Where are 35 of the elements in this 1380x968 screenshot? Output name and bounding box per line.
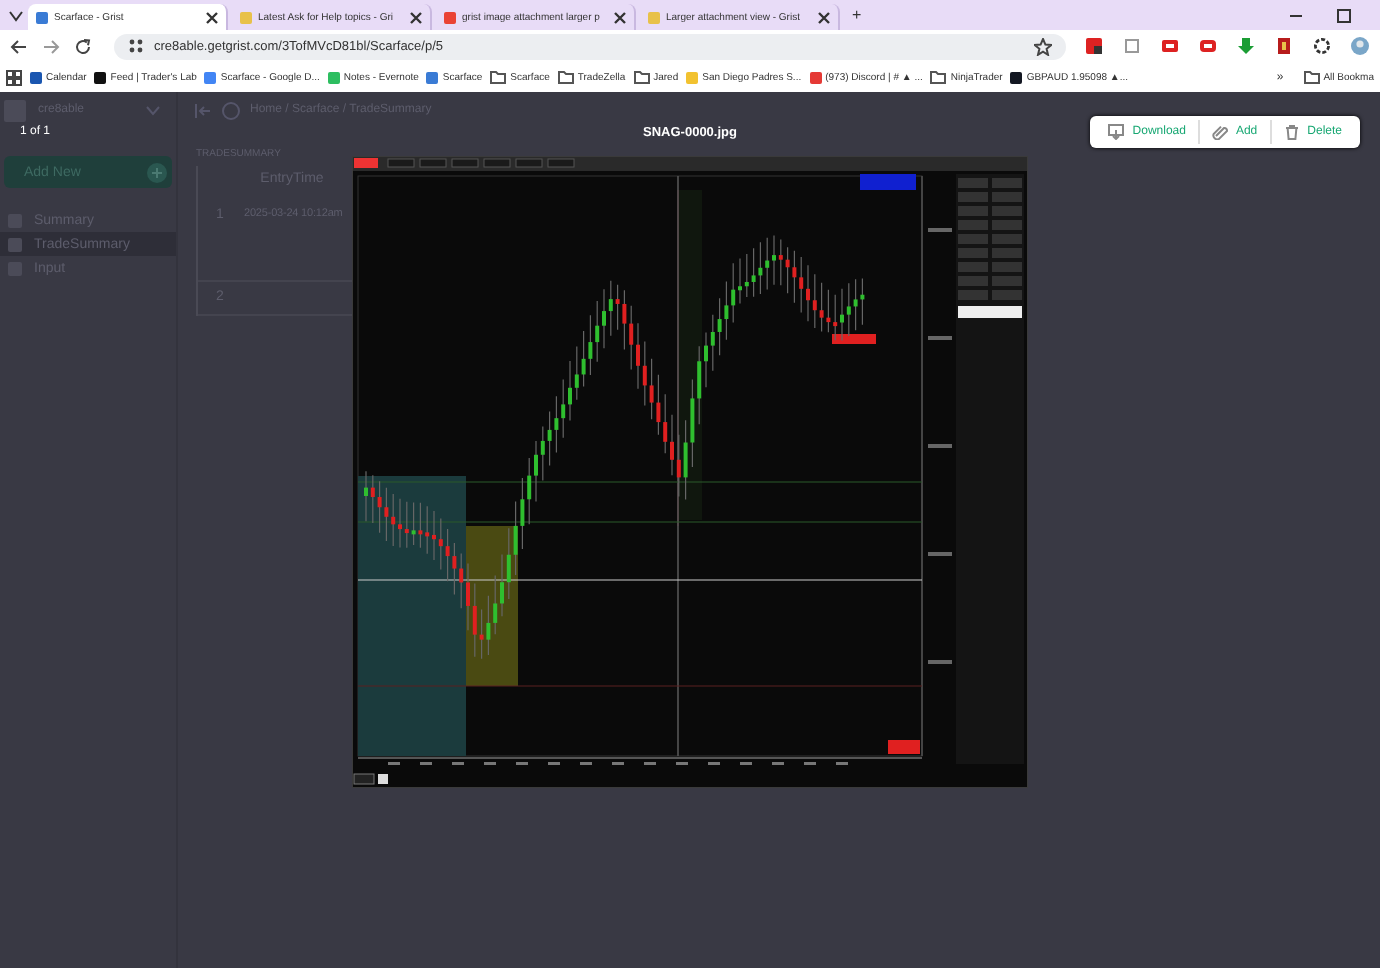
price-tick	[928, 444, 952, 448]
folder-icon	[557, 70, 574, 84]
instrument-badge	[860, 174, 916, 190]
price-tick	[928, 660, 952, 664]
download-icon	[1108, 124, 1125, 140]
folder-icon	[1303, 70, 1320, 84]
close-icon[interactable]	[410, 11, 422, 23]
circle-icon	[222, 101, 240, 119]
price-tick	[928, 228, 952, 232]
reload-icon[interactable]	[74, 37, 92, 55]
price-tick	[928, 552, 952, 556]
paperclip-icon	[1211, 124, 1228, 140]
tab-search-icon[interactable]	[8, 7, 24, 23]
folder-icon	[490, 70, 507, 84]
apps-icon[interactable]	[6, 69, 22, 85]
price-tick	[928, 336, 952, 340]
interval-selector-drawing	[353, 773, 388, 785]
price-tag	[832, 334, 876, 344]
profile-avatar-icon[interactable]	[1350, 36, 1370, 56]
price-tag	[888, 740, 920, 754]
trash-icon	[1283, 124, 1300, 140]
close-icon[interactable]	[206, 11, 218, 23]
close-icon[interactable]	[818, 11, 830, 23]
close-icon[interactable]	[614, 11, 626, 23]
new-tab-button[interactable]: +	[844, 6, 870, 24]
maximize-icon[interactable]	[1336, 7, 1352, 23]
forward-icon[interactable]	[42, 37, 60, 55]
extension-icon[interactable]	[1084, 36, 1104, 56]
back-icon[interactable]	[10, 37, 28, 55]
site-info-icon[interactable]	[128, 38, 144, 54]
folder-icon	[633, 70, 650, 84]
star-icon[interactable]	[1034, 37, 1052, 55]
folder-icon	[930, 70, 947, 84]
panel-toggle-icon[interactable]	[194, 101, 212, 119]
plus-icon	[146, 161, 168, 183]
